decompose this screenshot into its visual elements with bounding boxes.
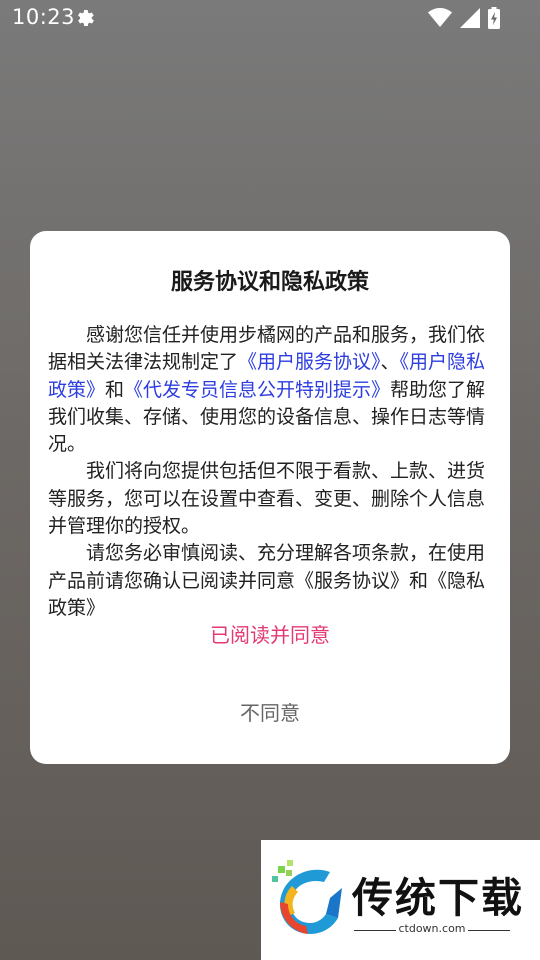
dialog-body: 感谢您信任并使用步橘网的产品和服务，我们依据相关法律法规制定了《用户服务协议》、… bbox=[48, 322, 492, 622]
signal-icon bbox=[460, 8, 480, 28]
status-time: 10:23 bbox=[12, 5, 76, 29]
service-agreement-link[interactable]: 《用户服务协议》 bbox=[238, 351, 381, 373]
battery-charging-icon bbox=[488, 7, 500, 29]
wifi-icon bbox=[428, 8, 452, 27]
gear-icon bbox=[78, 10, 94, 26]
watermark-brand: 传统下载 bbox=[352, 874, 524, 922]
dialog-title: 服务协议和隐私政策 bbox=[170, 270, 369, 295]
paragraph-intro: 感谢您信任并使用步橘网的产品和服务，我们依据相关法律法规制定了《用户服务协议》、… bbox=[48, 322, 492, 458]
watermark-divider-right bbox=[468, 930, 510, 931]
paragraph-consent: 请您务必审慎阅读、充分理解各项条款，在使用产品前请您确认已阅读并同意《服务协议》… bbox=[48, 542, 486, 619]
watermark-url: ctdown.com bbox=[398, 922, 466, 935]
special-notice-link[interactable]: 《代发专员信息公开特别提示》 bbox=[124, 379, 390, 401]
disagree-button[interactable]: 不同意 bbox=[30, 690, 510, 736]
conjunction-text: 和 bbox=[105, 378, 125, 401]
ctdown-logo-icon bbox=[272, 860, 342, 934]
agree-button[interactable]: 已阅读并同意 bbox=[30, 612, 510, 658]
status-bar: 10:23 bbox=[0, 0, 540, 36]
paragraph-services: 我们将向您提供包括但不限于看款、上款、进货等服务，您可以在设置中查看、变更、删除… bbox=[48, 460, 486, 538]
separator-text: 、 bbox=[380, 351, 400, 374]
